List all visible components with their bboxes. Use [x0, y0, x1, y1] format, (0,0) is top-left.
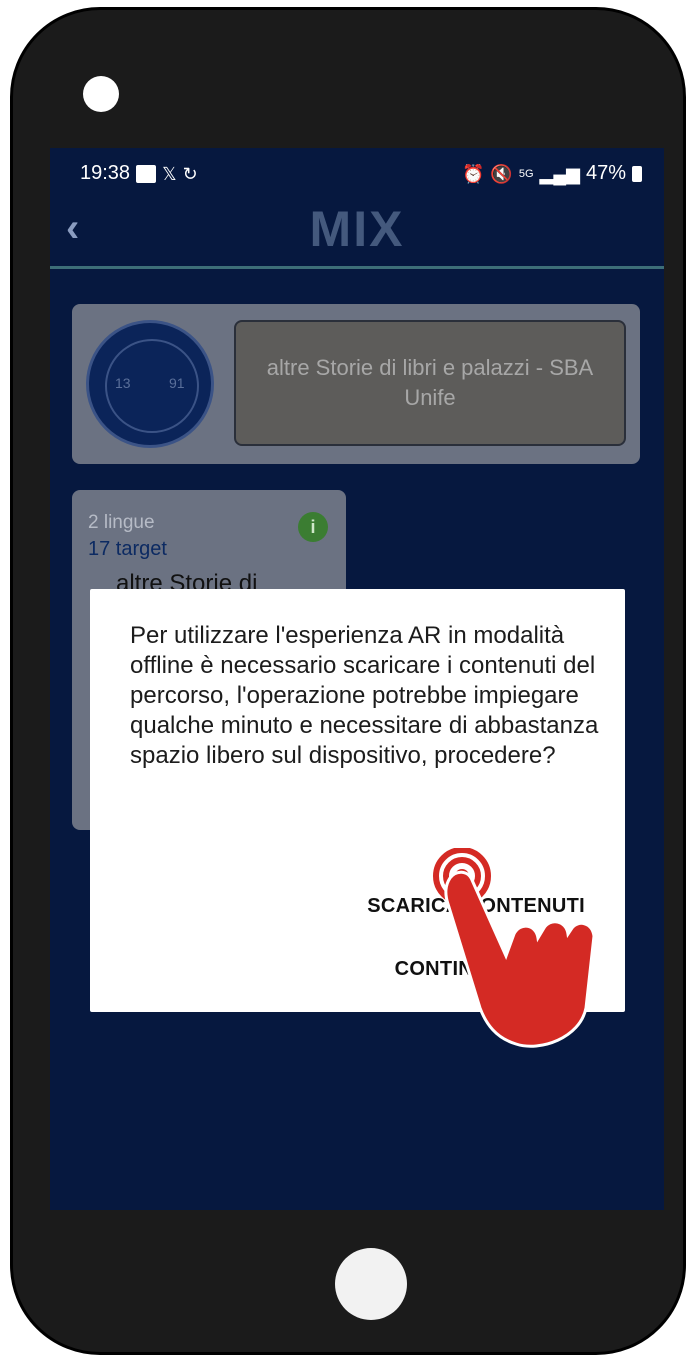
gallery-icon [136, 164, 157, 183]
battery-icon [632, 165, 642, 182]
university-seal-logo: 13 91 [86, 320, 214, 448]
page-title: MIX [309, 201, 405, 257]
network-type: 5G [518, 167, 534, 180]
mute-icon: 🔇 [490, 163, 513, 184]
targets-count: 17 target [88, 538, 167, 560]
camera-icon [83, 76, 119, 112]
seal-number-left: 13 [115, 375, 131, 391]
languages-count: 2 lingue [88, 512, 155, 533]
sync-icon: ↻ [182, 163, 198, 184]
battery-percent: 47% [585, 162, 626, 184]
banner-text: altre Storie di libri e palazzi - SBA Un… [266, 355, 594, 410]
alarm-icon: ⏰ [461, 163, 485, 184]
tap-hand-icon [433, 848, 596, 1048]
status-time: 19:38 [80, 162, 131, 184]
x-logo-icon: 𝕏 [162, 163, 177, 184]
home-button[interactable] [335, 1248, 407, 1320]
info-icon[interactable]: i [298, 512, 328, 542]
seal-number-right: 91 [169, 375, 185, 391]
featured-route-card[interactable]: 13 91 altre Storie di libri e palazzi - … [72, 304, 640, 464]
app-bar: ‹ MIX [50, 194, 664, 269]
status-bar: 19:38 𝕏 ↻ ⏰ 🔇 5G ▂▄▆ 47% [50, 148, 664, 194]
signal-icon: ▂▄▆ [539, 163, 580, 184]
dialog-message: Per utilizzare l'esperienza AR in modali… [130, 622, 599, 769]
route-banner[interactable]: altre Storie di libri e palazzi - SBA Un… [234, 320, 626, 446]
